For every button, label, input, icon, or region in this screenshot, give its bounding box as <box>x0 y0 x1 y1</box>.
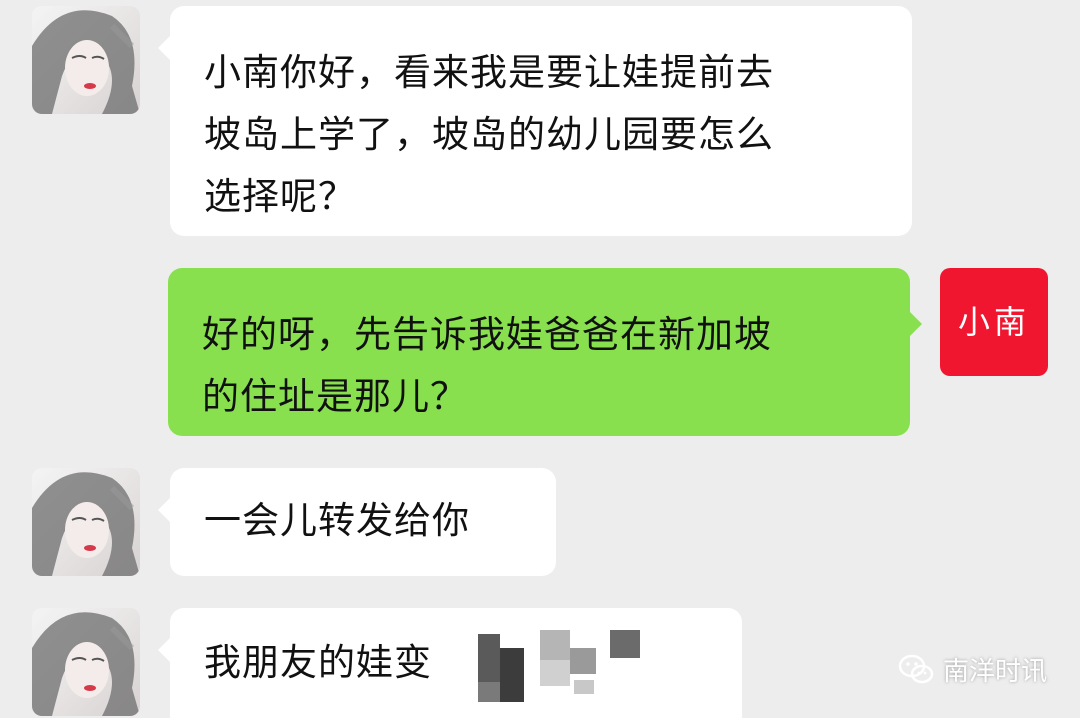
message-bubble-outgoing[interactable]: 好的呀，先告诉我娃爸爸在新加坡 的住址是那儿？ <box>168 268 922 436</box>
contact-avatar[interactable] <box>32 608 140 716</box>
message-bubble-incoming[interactable]: 一会儿转发给你 <box>158 468 556 576</box>
wechat-icon <box>898 654 934 684</box>
contact-avatar[interactable] <box>32 6 140 114</box>
watermark-label: 南洋时讯 <box>943 656 1048 687</box>
message-text: 一会儿转发给你 <box>204 499 470 542</box>
contact-avatar[interactable] <box>32 468 140 576</box>
watermark: 南洋时讯 <box>897 645 1047 693</box>
message-text: 好的呀，先告诉我娃爸爸在新加坡 的住址是那儿？ <box>202 313 772 418</box>
message-text: 小南你好，看来我是要让娃提前去 坡岛上学了，坡岛的幼儿园要怎么 选择呢？ <box>204 51 774 218</box>
person-photo-icon <box>32 612 140 716</box>
self-avatar[interactable]: 小南 <box>940 268 1048 376</box>
person-photo-icon <box>32 472 140 576</box>
person-photo-icon <box>32 10 140 114</box>
message-bubble-incoming[interactable]: 我朋友的娃变 <box>158 608 742 718</box>
message-bubble-incoming[interactable]: 小南你好，看来我是要让娃提前去 坡岛上学了，坡岛的幼儿园要怎么 选择呢？ <box>158 6 912 236</box>
chat-window: 小南你好，看来我是要让娃提前去 坡岛上学了，坡岛的幼儿园要怎么 选择呢？ 好的呀… <box>0 0 1080 718</box>
